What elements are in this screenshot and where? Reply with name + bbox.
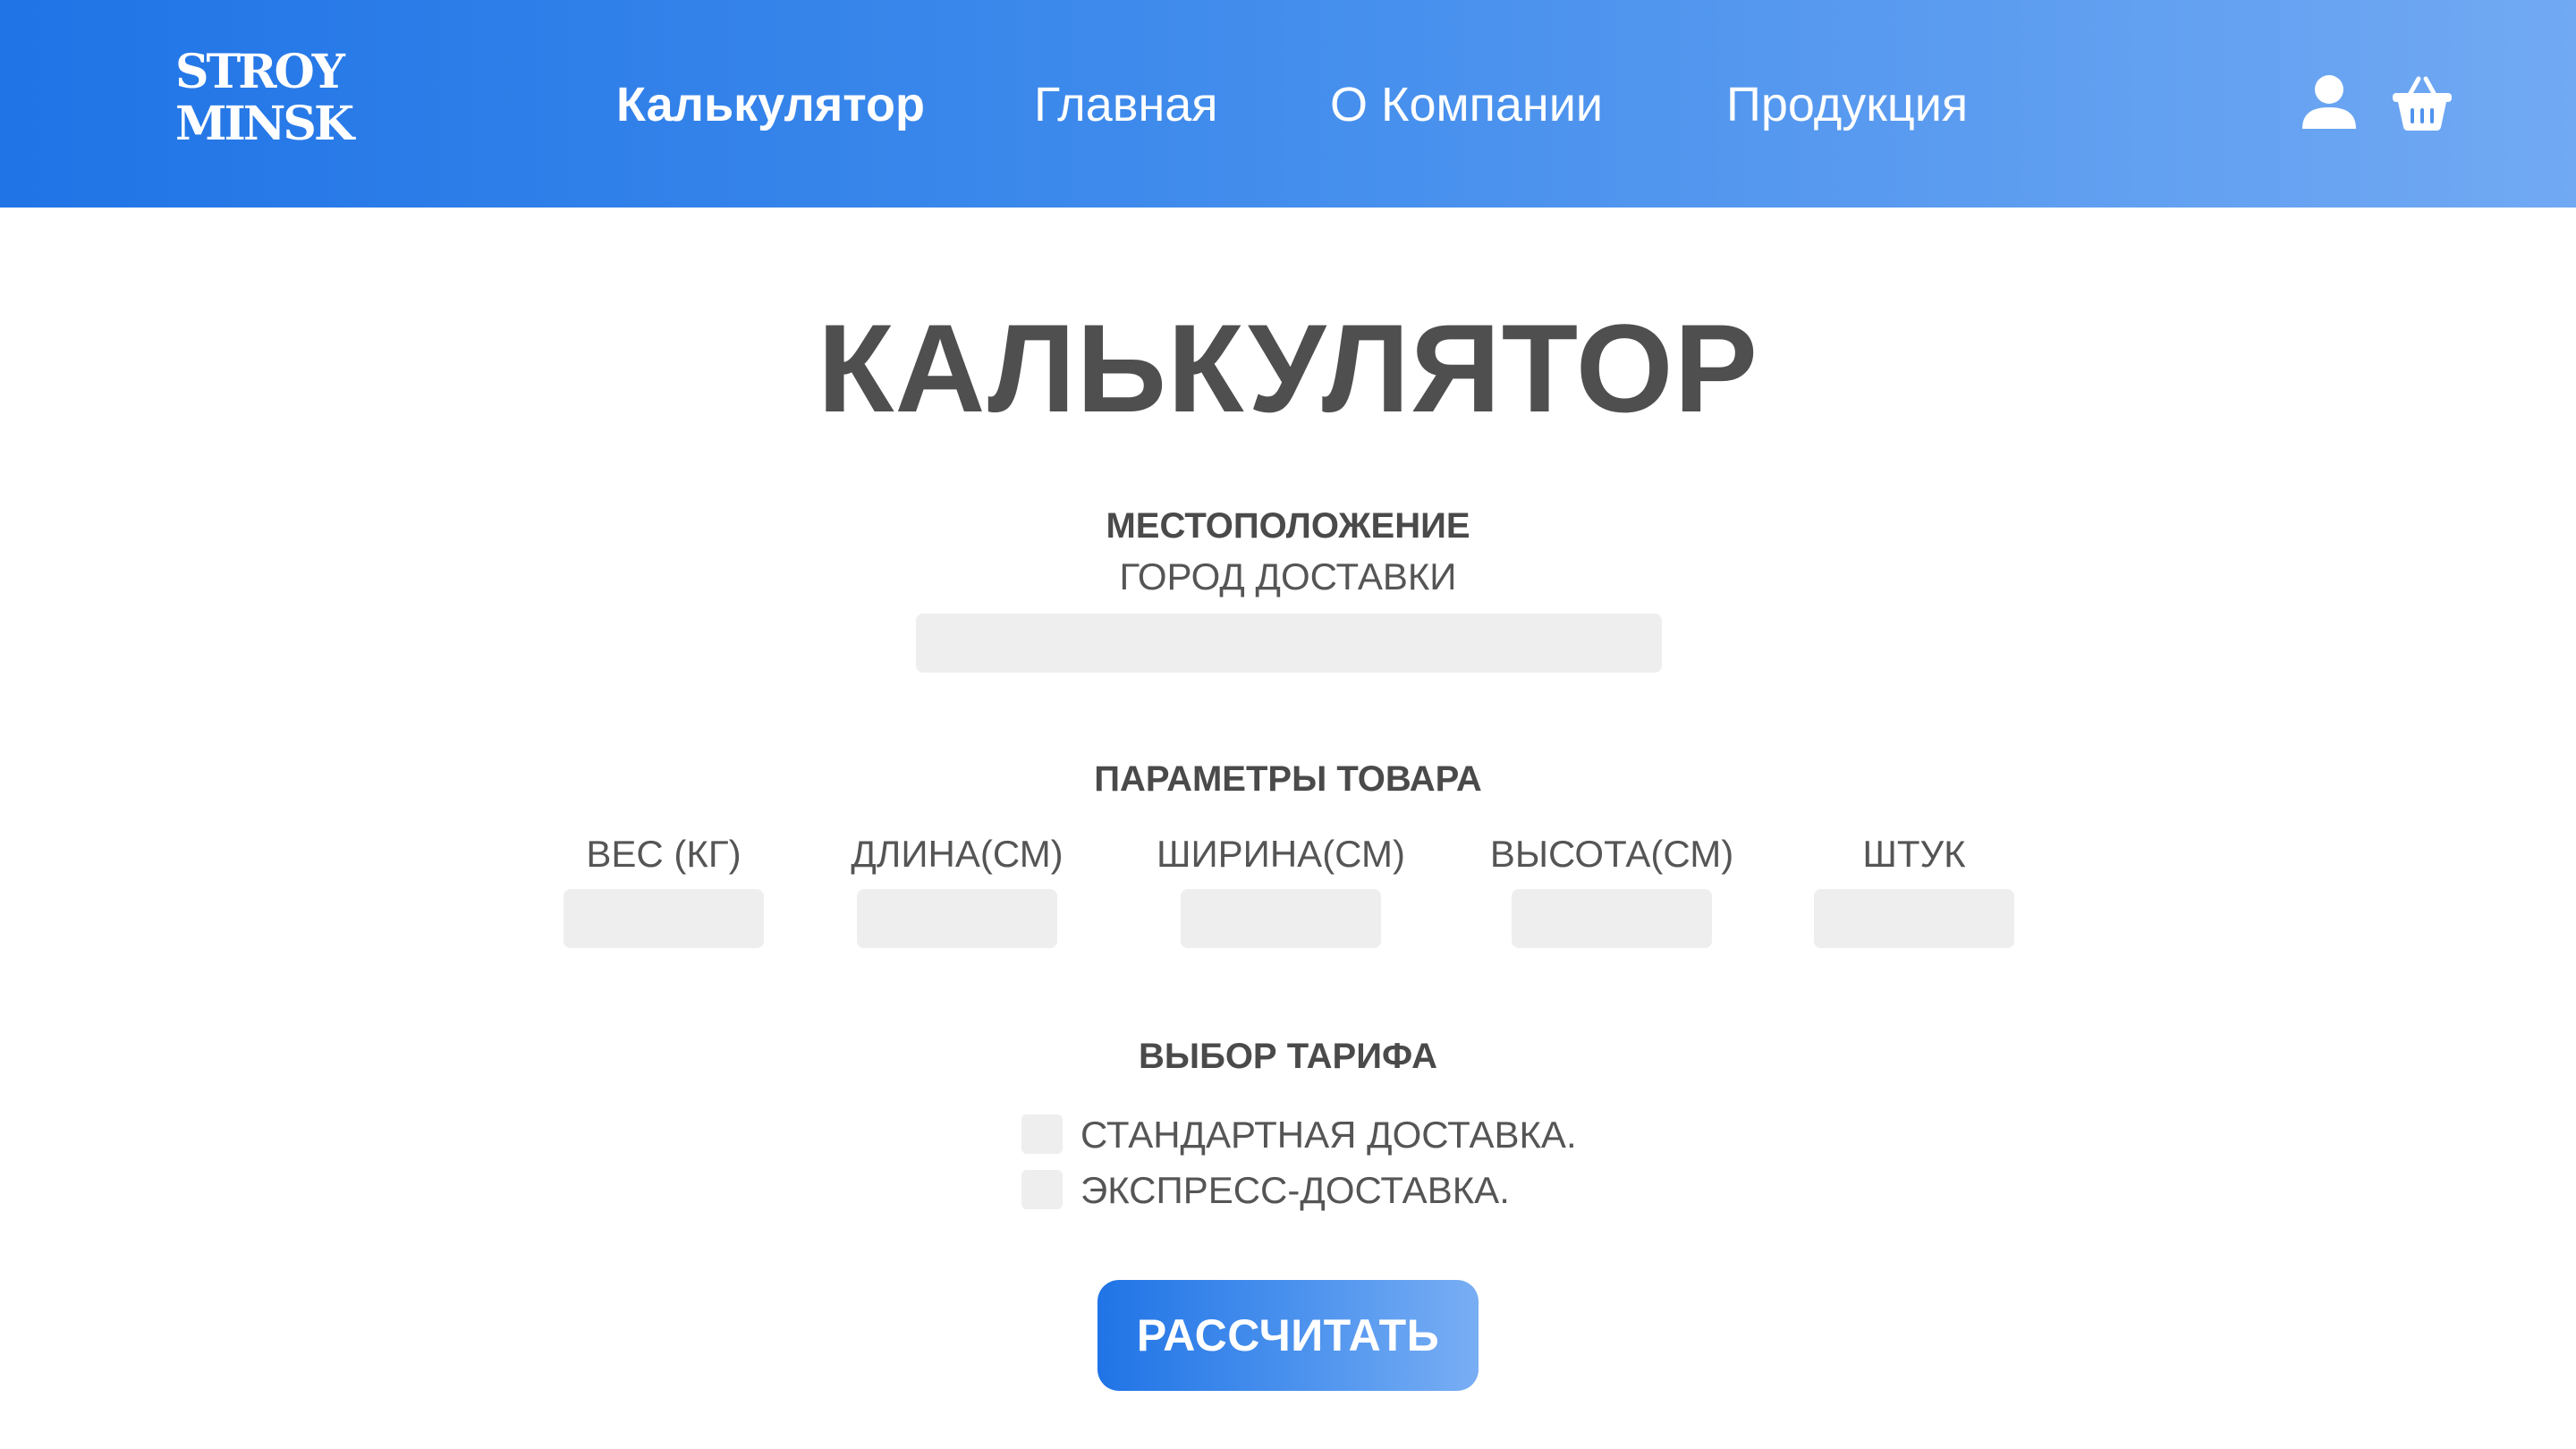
length-label: ДЛИНА(СМ) (851, 833, 1063, 875)
nav-item-products[interactable]: Продукция (1726, 73, 1968, 136)
basket-icon[interactable] (2390, 72, 2454, 136)
param-length: ДЛИНА(СМ) (851, 832, 1063, 948)
width-input[interactable] (1181, 889, 1381, 948)
params-heading: ПАРАМЕТРЫ ТОВАРА (1094, 759, 1482, 799)
nav-item-about[interactable]: О Компании (1330, 73, 1603, 136)
param-width: ШИРИНА(СМ) (1157, 832, 1405, 948)
user-icon[interactable] (2297, 72, 2361, 136)
express-checkbox[interactable] (1021, 1170, 1063, 1209)
city-input[interactable] (916, 614, 1662, 673)
quantity-label: ШТУК (1862, 833, 1966, 875)
tariff-heading: ВЫБОР ТАРИФА (1139, 1037, 1437, 1076)
site-header: STROY MINSK Калькулятор Главная О Компан… (0, 0, 2576, 208)
standard-label: СТАНДАРТНАЯ ДОСТАВКА. (1080, 1114, 1577, 1156)
height-input[interactable] (1512, 889, 1712, 948)
nav-item-calculator[interactable]: Калькулятор (616, 73, 925, 136)
page-title: КАЛЬКУЛЯТОР (818, 298, 1758, 438)
location-heading: МЕСТОПОЛОЖЕНИЕ (1106, 506, 1470, 546)
height-label: ВЫСОТА(СМ) (1489, 833, 1734, 875)
weight-input[interactable] (564, 889, 764, 948)
weight-label: ВЕС (КГ) (586, 833, 741, 875)
param-weight: ВЕС (КГ) (564, 832, 764, 948)
calculate-button[interactable]: РАССЧИТАТЬ (1097, 1280, 1479, 1391)
city-label: ГОРОД ДОСТАВКИ (1119, 555, 1457, 597)
param-height: ВЫСОТА(СМ) (1490, 832, 1733, 948)
param-quantity: ШТУК (1814, 832, 2014, 948)
nav-item-home[interactable]: Главная (1034, 73, 1218, 136)
logo[interactable]: STROY MINSK (175, 45, 354, 151)
standard-checkbox[interactable] (1021, 1114, 1063, 1154)
express-label: ЭКСПРЕСС-ДОСТАВКА. (1080, 1169, 1510, 1211)
logo-line-2: MINSK (175, 97, 354, 151)
quantity-input[interactable] (1814, 889, 2014, 948)
width-label: ШИРИНА(СМ) (1156, 833, 1406, 875)
length-input[interactable] (857, 889, 1057, 948)
logo-line-1: STROY (175, 45, 345, 99)
